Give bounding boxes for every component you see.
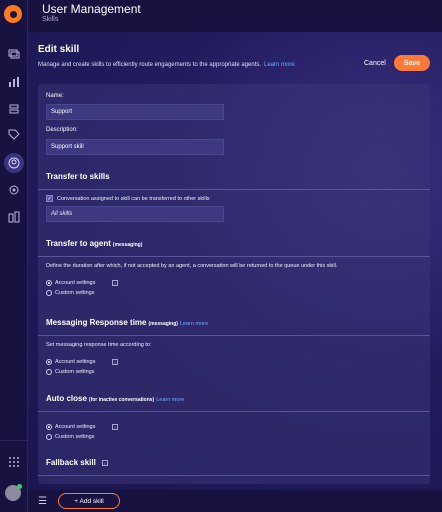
info-icon[interactable]: i	[112, 359, 118, 365]
divider	[38, 335, 430, 336]
save-button[interactable]: Save	[394, 55, 430, 71]
auto-close-title-text: Auto close	[46, 394, 87, 403]
left-sidebar	[0, 0, 28, 512]
breadcrumb[interactable]: Skills	[42, 16, 58, 23]
transfer-to-agent-qualifier: (messaging)	[112, 242, 143, 248]
transfer-to-agent-title: Transfer to agent (messaging)	[46, 239, 142, 248]
tag-icon[interactable]	[4, 125, 24, 145]
info-icon[interactable]: i	[112, 280, 118, 286]
learn-more-link[interactable]: Learn more	[264, 62, 295, 68]
transfer-skills-checkbox-label: Conversation assigned to skill can be tr…	[57, 196, 210, 202]
auto-close-title: Auto close (for inactive conversations) Le…	[46, 394, 184, 403]
online-status-dot	[17, 484, 22, 489]
auto-close-account-settings-label: Account settings	[55, 424, 96, 430]
page-description: Manage and create skills to efficiently …	[38, 62, 295, 68]
page-title: Edit skill	[38, 44, 80, 55]
auto-close-custom-settings-label: Custom settings	[55, 434, 95, 440]
apps-icon[interactable]	[4, 207, 24, 227]
info-icon[interactable]: i	[102, 460, 108, 466]
response-time-description: Set messaging response time according to…	[46, 342, 152, 348]
divider	[38, 411, 430, 412]
logo-icon[interactable]	[4, 5, 22, 23]
auto-close-learn-more-link[interactable]: Learn more	[156, 397, 184, 403]
main-content: Edit skill Manage and create skills to e…	[28, 32, 442, 490]
auto-close-qualifier: (for inactive conversations)	[88, 397, 155, 403]
sidebar-divider	[0, 440, 28, 441]
response-time-title-text: Messaging Response time	[46, 318, 147, 327]
settings-icon[interactable]	[4, 180, 24, 200]
info-icon[interactable]: i	[112, 424, 118, 430]
fallback-skill-title: Fallback skill	[46, 458, 96, 467]
chat-icon[interactable]	[4, 44, 24, 64]
response-time-custom-settings-radio[interactable]	[46, 369, 52, 375]
cancel-button[interactable]: Cancel	[364, 60, 386, 67]
transfer-agent-account-settings-label: Account settings	[55, 280, 96, 286]
response-time-account-settings-label: Account settings	[55, 359, 96, 365]
menu-icon[interactable]: ☰	[38, 496, 47, 507]
divider	[38, 189, 430, 190]
app-grid-icon[interactable]	[4, 452, 24, 472]
transfer-to-skills-title: Transfer to skills	[46, 172, 110, 181]
add-skill-button[interactable]: + Add skill	[58, 493, 120, 509]
description-field[interactable]: Support skill	[46, 139, 224, 155]
name-field[interactable]: Support	[46, 104, 224, 120]
transfer-skills-checkbox[interactable]: ✓	[46, 195, 53, 202]
description-label: Description:	[46, 127, 78, 133]
footer-bar: ☰ + Add skill	[28, 490, 442, 512]
response-time-account-settings-radio[interactable]	[46, 359, 52, 365]
app-title: User Management	[42, 2, 141, 16]
response-time-title: Messaging Response time (messaging) Learn …	[46, 318, 208, 327]
divider	[38, 475, 430, 476]
transfer-agent-account-settings-radio[interactable]	[46, 280, 52, 286]
page-description-text: Manage and create skills to efficiently …	[38, 62, 262, 68]
auto-close-account-settings-radio[interactable]	[46, 424, 52, 430]
transfer-to-agent-description: Define the duration after which, if not …	[46, 263, 338, 269]
response-time-qualifier: (messaging)	[148, 321, 178, 327]
user-management-icon[interactable]	[4, 153, 24, 173]
automation-icon[interactable]	[4, 99, 24, 119]
avatar[interactable]	[5, 484, 22, 501]
response-time-learn-more-link[interactable]: Learn more	[180, 321, 208, 327]
auto-close-custom-settings-radio[interactable]	[46, 434, 52, 440]
analytics-icon[interactable]	[4, 72, 24, 92]
transfer-to-agent-title-text: Transfer to agent	[46, 239, 111, 248]
response-time-custom-settings-label: Custom settings	[55, 369, 95, 375]
name-label: Name:	[46, 93, 64, 99]
divider	[38, 256, 430, 257]
skills-select[interactable]: All skills	[46, 206, 224, 222]
transfer-agent-custom-settings-label: Custom settings	[55, 290, 95, 296]
header: User Management Skills	[28, 0, 442, 32]
edit-skill-form: Name: Support Description: Support skill…	[38, 84, 430, 484]
transfer-agent-custom-settings-radio[interactable]	[46, 290, 52, 296]
